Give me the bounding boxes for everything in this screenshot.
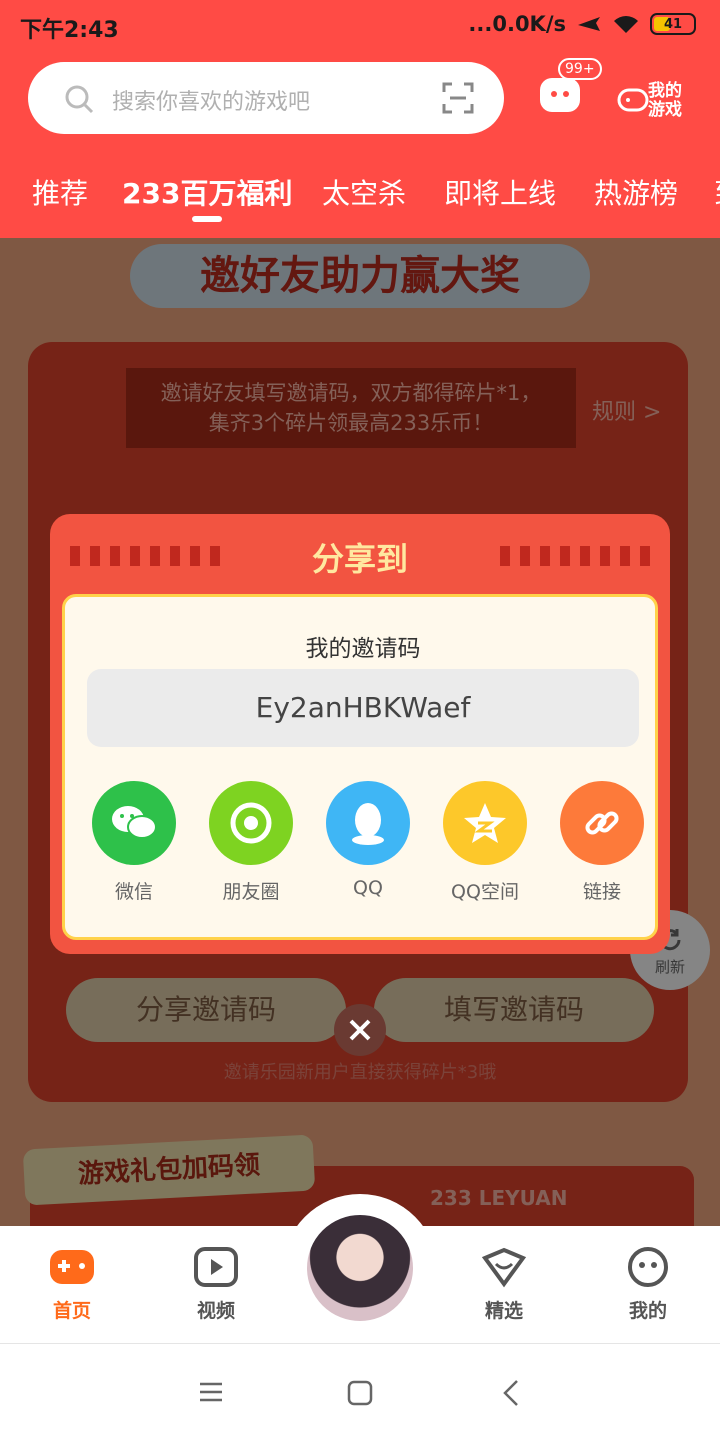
tab-indicator (192, 216, 222, 222)
nav-video-label: 视频 (196, 1300, 235, 1322)
nav-featured[interactable]: 精选 (454, 1246, 554, 1323)
status-indicators: ...0.0K/s 41 (468, 12, 696, 36)
nav-video[interactable]: 视频 (166, 1246, 266, 1323)
airplane-icon (578, 17, 600, 31)
tab-coming-soon[interactable]: 即将上线 (444, 172, 556, 212)
nav-home[interactable]: 首页 (22, 1246, 122, 1323)
invite-code-value[interactable]: Ey2anHBKWaef (87, 669, 639, 747)
my-games-label: 我的游戏 (648, 81, 682, 120)
link-icon (560, 781, 644, 865)
nav-mine-label: 我的 (628, 1300, 667, 1322)
scan-icon[interactable] (442, 82, 474, 114)
featured-icon (481, 1247, 527, 1288)
close-dialog-button[interactable] (334, 1004, 386, 1056)
search-input[interactable]: 搜索你喜欢的游戏吧 (28, 62, 504, 134)
dialog-title: 分享到 (311, 540, 408, 578)
menu-icon[interactable] (198, 1381, 224, 1403)
tab-space-kill[interactable]: 太空杀 (322, 172, 406, 212)
nav-featured-label: 精选 (484, 1300, 523, 1322)
close-icon (349, 1019, 371, 1041)
back-icon[interactable] (502, 1379, 520, 1407)
invite-code-label: 我的邀请码 (305, 636, 421, 662)
tab-welfare[interactable]: 233百万福利 (122, 172, 292, 212)
qzone-icon (443, 781, 527, 865)
share-wechat-label: 微信 (114, 881, 153, 903)
share-qzone-label: QQ空间 (451, 881, 519, 903)
search-icon (65, 85, 94, 114)
share-link-label: 链接 (582, 881, 621, 903)
app-header: 下午2:43 ...0.0K/s 41 搜索你喜欢的游戏吧 99+ 我的游戏 推… (0, 0, 720, 238)
video-icon (194, 1247, 238, 1287)
wechat-icon (92, 781, 176, 865)
battery-level: 41 (663, 16, 683, 32)
status-bar: 下午2:43 ...0.0K/s 41 (0, 0, 720, 52)
tab-recommend[interactable]: 推荐 (32, 172, 88, 212)
moments-icon (209, 781, 293, 865)
system-nav-bar (0, 1345, 720, 1440)
qq-icon (326, 781, 410, 865)
share-moments-label: 朋友圈 (222, 881, 280, 903)
battery-icon: 41 (650, 13, 696, 35)
my-games-button[interactable]: 我的游戏 (616, 76, 696, 126)
share-moments[interactable]: 朋友圈 (206, 781, 296, 904)
tab-hot-games[interactable]: 热游榜 (594, 172, 678, 212)
avatar[interactable] (304, 1212, 416, 1324)
share-qq[interactable]: QQ (323, 781, 413, 899)
share-qzone[interactable]: QQ空间 (440, 781, 530, 904)
share-wechat[interactable]: 微信 (89, 781, 179, 904)
network-speed: ...0.0K/s (468, 12, 566, 36)
dialog-body: 我的邀请码 Ey2anHBKWaef 微信 朋友圈 QQ QQ空间 链接 (62, 594, 658, 940)
search-placeholder: 搜索你喜欢的游戏吧 (112, 90, 311, 115)
message-badge: 99+ (558, 58, 602, 80)
wifi-icon (614, 16, 638, 33)
tab-more[interactable]: 到 (714, 172, 720, 212)
nav-home-label: 首页 (52, 1300, 91, 1322)
home-icon[interactable] (347, 1380, 373, 1406)
category-tabs: 推荐 233百万福利 太空杀 即将上线 热游榜 到 (0, 172, 720, 216)
share-link[interactable]: 链接 (557, 781, 647, 904)
status-time: 下午2:43 (20, 18, 119, 43)
nav-mine[interactable]: 我的 (598, 1246, 698, 1323)
gamepad-icon (50, 1250, 94, 1284)
share-dialog: 分享到 我的邀请码 Ey2anHBKWaef 微信 朋友圈 QQ QQ空间 链接 (50, 514, 670, 954)
share-qq-label: QQ (353, 877, 383, 899)
profile-icon (628, 1247, 668, 1287)
gamepad-icon (617, 88, 649, 112)
